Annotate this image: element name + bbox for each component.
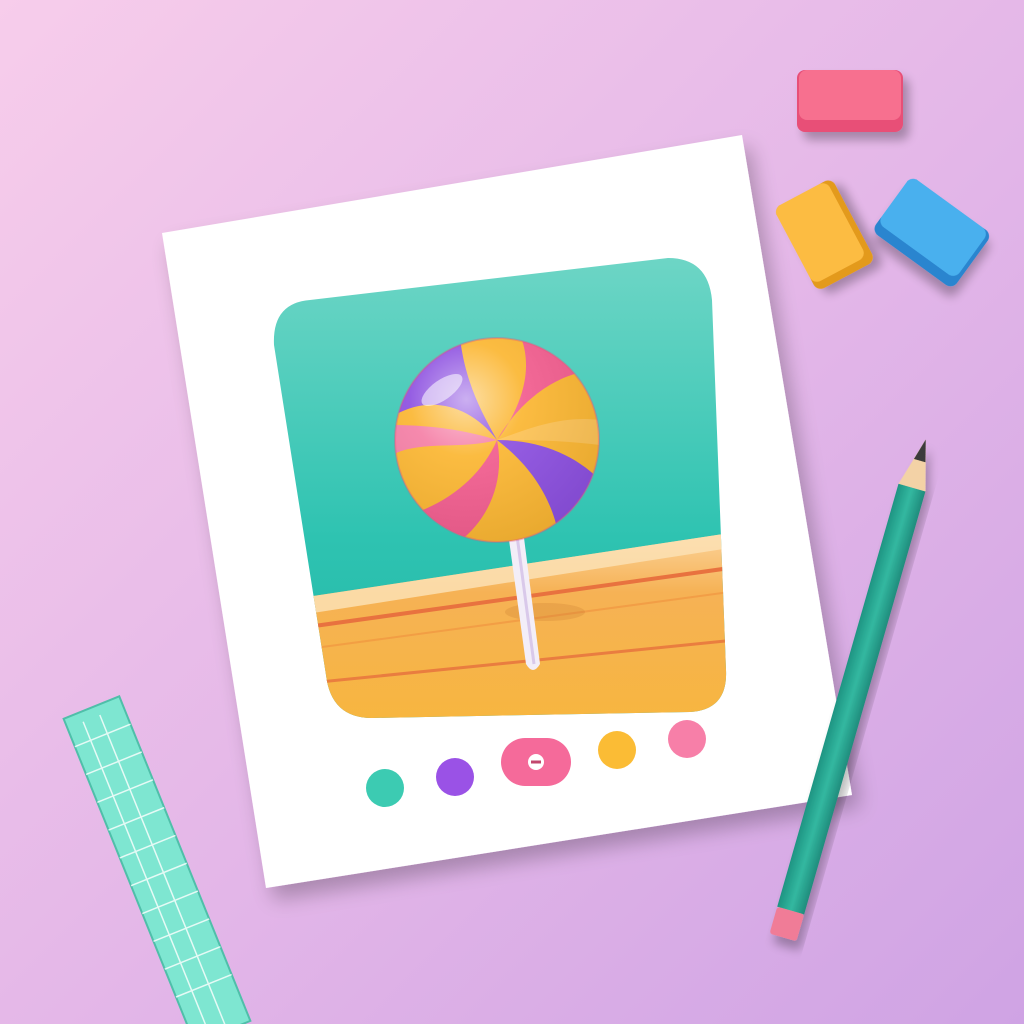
minus-icon [528,754,544,770]
carousel-dot-1[interactable] [366,769,404,807]
carousel-dot-4[interactable] [598,731,636,769]
eraser-pink [797,70,903,132]
scene-svg [0,0,1024,1024]
illustration-scene [0,0,1024,1024]
carousel-dot-5[interactable] [668,720,706,758]
carousel-dot-selected[interactable] [501,738,571,786]
carousel-dot-2[interactable] [436,758,474,796]
